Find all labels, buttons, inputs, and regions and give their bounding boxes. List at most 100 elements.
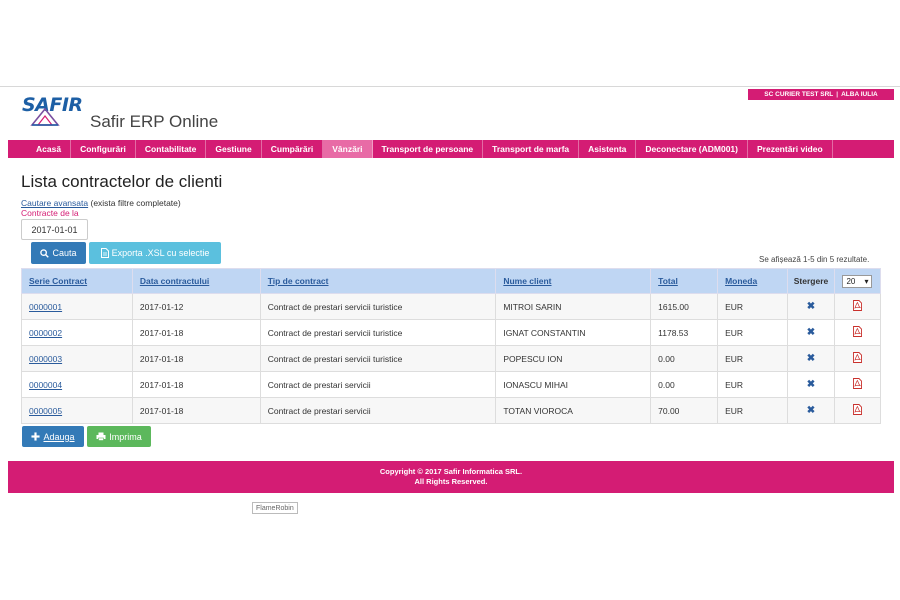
logo-emblem-icon xyxy=(30,108,60,126)
add-button-label: Adauga xyxy=(43,431,75,442)
nav-item[interactable]: Cumpărări xyxy=(262,140,324,158)
x-icon[interactable]: ✖ xyxy=(807,379,815,390)
company-name: SC CURIER TEST SRL xyxy=(764,91,834,98)
add-button[interactable]: Adauga xyxy=(22,426,84,447)
pdf-icon[interactable] xyxy=(853,378,862,391)
cell-client: IGNAT CONSTANTIN xyxy=(495,319,652,346)
sort-moneda-link[interactable]: Moneda xyxy=(725,276,757,286)
cell-total: 0.00 xyxy=(650,371,719,398)
cell-client: POPESCU ION xyxy=(495,345,652,372)
cell-serie: 0000004 xyxy=(21,371,133,398)
print-button-label: Imprima xyxy=(109,431,142,442)
footer: Copyright © 2017 Safir Informatica SRL. … xyxy=(8,461,894,493)
cell-moneda: EUR xyxy=(717,293,789,320)
cell-client: MITROI SARIN xyxy=(495,293,652,320)
col-moneda-header: Moneda xyxy=(717,268,789,294)
nav-item[interactable]: Transport de persoane xyxy=(373,140,484,158)
contract-link[interactable]: 0000003 xyxy=(29,354,62,364)
contracts-table: Serie Contract Data contractului Tip de … xyxy=(21,268,882,424)
cell-tip: Contract de prestari servicii xyxy=(259,397,497,424)
cell-serie: 0000005 xyxy=(21,397,133,424)
cell-data: 2017-01-18 xyxy=(131,319,261,346)
cell-data: 2017-01-18 xyxy=(131,371,261,398)
x-icon[interactable]: ✖ xyxy=(807,327,815,338)
cell-data: 2017-01-18 xyxy=(131,397,261,424)
sort-tip-link[interactable]: Tip de contract xyxy=(268,276,329,286)
cell-pdf xyxy=(833,345,882,372)
page-size-select[interactable]: 20 ▾ xyxy=(842,274,873,288)
x-icon[interactable]: ✖ xyxy=(807,353,815,364)
x-icon[interactable]: ✖ xyxy=(807,301,815,312)
nav-item[interactable]: Transport de marfa xyxy=(483,140,580,158)
contract-link[interactable]: 0000002 xyxy=(29,328,62,338)
nav-item[interactable]: Vânzări xyxy=(323,140,373,158)
cell-pdf xyxy=(833,319,882,346)
print-icon xyxy=(96,432,106,441)
col-tip-header: Tip de contract xyxy=(259,268,497,294)
company-location: ALBA IULIA xyxy=(841,91,878,98)
cell-tip: Contract de prestari servicii turistice xyxy=(259,345,497,372)
col-serie-header: Serie Contract xyxy=(21,268,133,294)
taskbar-flamerobin[interactable]: FlameRobin xyxy=(252,502,298,514)
pdf-icon[interactable] xyxy=(853,352,862,365)
advanced-search-line: Cautare avansata (exista filtre completa… xyxy=(21,198,181,208)
cell-delete: ✖ xyxy=(787,345,835,372)
cell-pdf xyxy=(833,371,882,398)
app-title: Safir ERP Online xyxy=(90,112,219,131)
col-total-header: Total xyxy=(650,268,719,294)
nav-item[interactable]: Configurări xyxy=(71,140,136,158)
advanced-search-note: (exista filtre completate) xyxy=(90,198,181,208)
nav-item[interactable]: Gestiune xyxy=(206,140,262,158)
sort-client-link[interactable]: Nume client xyxy=(503,276,551,286)
sort-serie-link[interactable]: Serie Contract xyxy=(29,276,87,286)
filter-label: Contracte de la xyxy=(21,208,79,218)
main-nav: Acasă Configurări Contabilitate Gestiune Cum… xyxy=(8,140,894,158)
table-row: 0000001 2017-01-12 Contract de prestari se… xyxy=(21,293,882,320)
col-client-header: Nume client xyxy=(495,268,652,294)
cell-total: 0.00 xyxy=(650,345,719,372)
search-button[interactable]: Cauta xyxy=(31,242,86,264)
pdf-icon[interactable] xyxy=(853,404,862,417)
cell-client: IONASCU MIHAI xyxy=(495,371,652,398)
sort-total-link[interactable]: Total xyxy=(658,276,678,286)
print-button[interactable]: Imprima xyxy=(87,426,151,447)
advanced-search-link[interactable]: Cautare avansata xyxy=(21,198,88,208)
nav-item[interactable]: Acasă xyxy=(8,140,72,158)
pdf-icon[interactable] xyxy=(853,326,862,339)
nav-item[interactable]: Asistenta xyxy=(579,140,637,158)
nav-item[interactable]: Contabilitate xyxy=(136,140,207,158)
page-title: Lista contractelor de clienti xyxy=(21,172,223,191)
cell-total: 70.00 xyxy=(650,397,719,424)
export-xls-button[interactable]: Exporta .XSL cu selectie xyxy=(89,242,221,264)
cell-pdf xyxy=(833,397,882,424)
table-row: 0000004 2017-01-18 Contract de prestari se… xyxy=(21,371,882,398)
top-divider xyxy=(0,86,900,87)
safir-logo[interactable]: SAFIR xyxy=(22,94,84,130)
nav-item[interactable]: Deconectare (ADM001) xyxy=(636,140,748,158)
chevron-down-icon: ▾ xyxy=(864,276,869,286)
contract-link[interactable]: 0000001 xyxy=(29,302,62,312)
plus-icon xyxy=(31,432,41,441)
footer-copyright: Copyright © 2017 Safir Informatica SRL. xyxy=(379,467,523,476)
pdf-icon[interactable] xyxy=(853,300,862,313)
contract-link[interactable]: 0000005 xyxy=(29,406,62,416)
cell-serie: 0000003 xyxy=(21,345,133,372)
cell-moneda: EUR xyxy=(717,397,789,424)
search-button-label: Cauta xyxy=(52,248,77,258)
cell-delete: ✖ xyxy=(787,371,835,398)
table-row: 0000003 2017-01-18 Contract de prestari se… xyxy=(21,345,882,372)
company-badge: SC CURIER TEST SRL | ALBA IULIA xyxy=(748,89,894,100)
date-from-input[interactable]: 2017-01-01 xyxy=(21,219,88,240)
cell-moneda: EUR xyxy=(717,319,789,346)
export-button-label: Exporta .XSL cu selectie xyxy=(111,248,210,258)
cell-delete: ✖ xyxy=(787,319,835,346)
search-icon xyxy=(40,248,50,258)
file-icon xyxy=(100,248,109,258)
nav-item[interactable]: Prezentări video xyxy=(748,140,833,158)
contract-link[interactable]: 0000004 xyxy=(29,380,62,390)
x-icon[interactable]: ✖ xyxy=(807,405,815,416)
col-stergere-header: Stergere xyxy=(787,268,835,294)
cell-client: TOTAN VIOROCA xyxy=(495,397,652,424)
sort-data-link[interactable]: Data contractului xyxy=(140,276,209,286)
cell-moneda: EUR xyxy=(717,371,789,398)
